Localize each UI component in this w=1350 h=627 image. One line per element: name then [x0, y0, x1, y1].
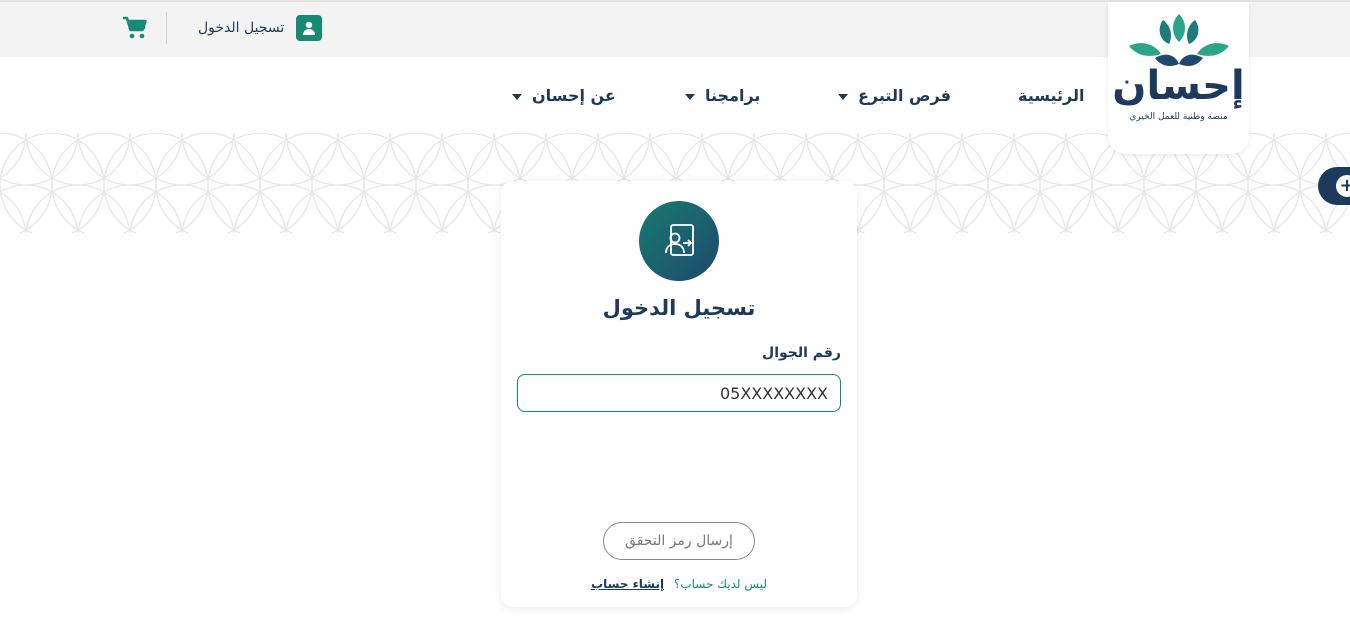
nav-item-home[interactable]: الرئيسية: [1018, 86, 1085, 105]
topbar-divider: [166, 12, 167, 44]
nav-item-donation-opportunities[interactable]: فرص التبرع: [838, 86, 951, 105]
user-icon: [296, 15, 323, 41]
side-accessibility-button[interactable]: +: [1318, 167, 1350, 205]
top-login-label: تسجيل الدخول: [198, 20, 285, 36]
logo-card[interactable]: إحسان منصة وطنية للعمل الخيري: [1108, 2, 1249, 154]
send-verification-button[interactable]: إرسال رمز التحقق: [603, 522, 755, 560]
plus-icon: +: [1336, 175, 1350, 197]
nav-item-about[interactable]: عن إحسان: [512, 86, 616, 105]
nav-item-label: الرئيسية: [1018, 86, 1085, 105]
login-door-icon: [639, 201, 719, 281]
caret-down-icon: [838, 94, 848, 100]
card-title: تسجيل الدخول: [602, 296, 756, 320]
phone-label: رقم الجوال: [762, 345, 841, 361]
cart-icon[interactable]: [121, 14, 149, 42]
phone-input[interactable]: [517, 374, 841, 412]
nav-item-label: عن إحسان: [532, 86, 616, 105]
caret-down-icon: [512, 94, 522, 100]
nav-item-label: برامجنا: [705, 86, 761, 105]
caret-down-icon: [685, 94, 695, 100]
signup-row: ليس لديك حساب؟ إنشاء حساب: [501, 577, 857, 591]
ehsan-leaf-logo-icon: [1128, 14, 1229, 66]
login-card: تسجيل الدخول رقم الجوال إرسال رمز التحقق…: [501, 181, 857, 607]
brand-name: إحسان: [1112, 63, 1245, 109]
nav-item-label: فرص التبرع: [858, 86, 951, 105]
brand-tagline: منصة وطنية للعمل الخيري: [1129, 112, 1228, 122]
no-account-text: ليس لديك حساب؟: [673, 577, 767, 591]
top-login-button[interactable]: تسجيل الدخول: [198, 14, 323, 42]
create-account-link[interactable]: إنشاء حساب: [591, 577, 664, 591]
nav-item-programs[interactable]: برامجنا: [685, 86, 760, 105]
